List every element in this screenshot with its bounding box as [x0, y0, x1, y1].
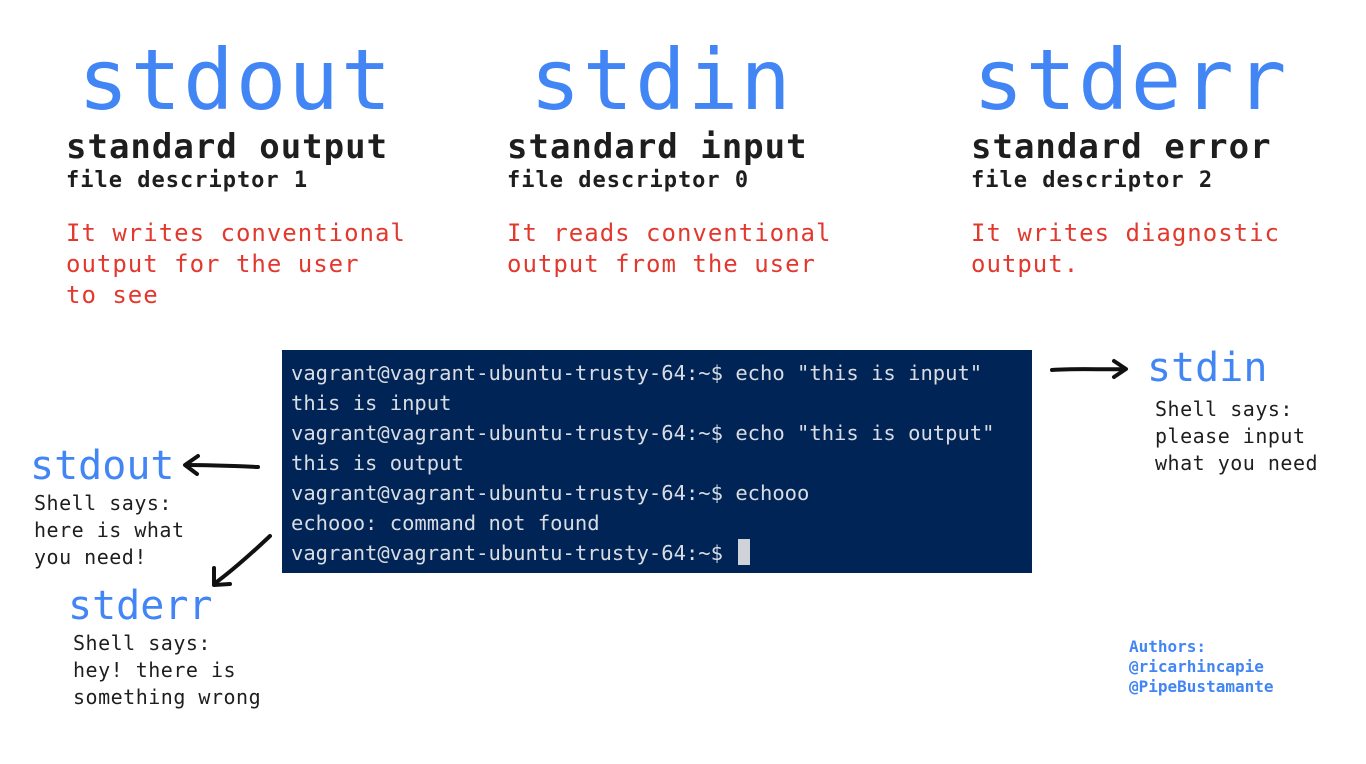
stdout-description: It writes conventional output for the us… — [66, 219, 406, 309]
arrow-left-icon — [183, 454, 260, 476]
stderr-title: standard error — [971, 127, 1272, 167]
stdin-title: standard input — [507, 127, 808, 167]
terminal-prompt-line[interactable]: vagrant@vagrant-ubuntu-trusty-64:~$ — [291, 538, 1032, 568]
stdout-callout-label: stdout — [30, 443, 175, 489]
terminal-prompt: vagrant@vagrant-ubuntu-trusty-64:~$ — [291, 541, 736, 565]
terminal-cursor — [738, 539, 751, 565]
terminal-window[interactable]: vagrant@vagrant-ubuntu-trusty-64:~$ echo… — [282, 350, 1032, 573]
arrow-right-icon — [1050, 359, 1128, 379]
stderr-heading: stderr — [973, 31, 1289, 129]
terminal-line: echooo: command not found — [291, 511, 600, 535]
stdin-fd: file descriptor 0 — [507, 168, 750, 193]
stdin-callout-label: stdin — [1147, 345, 1268, 391]
stdout-heading: stdout — [78, 31, 394, 129]
stderr-description: It writes diagnostic output. — [971, 219, 1280, 278]
terminal-line: vagrant@vagrant-ubuntu-trusty-64:~$ echo… — [291, 361, 983, 385]
authors-credit: Authors: @ricarhincapie @PipeBustamante — [1129, 637, 1274, 696]
stderr-callout-text: Shell says: hey! there is something wron… — [73, 631, 262, 709]
arrow-down-left-icon — [212, 534, 272, 587]
stdout-title: standard output — [66, 127, 389, 167]
terminal-line: vagrant@vagrant-ubuntu-trusty-64:~$ echo… — [291, 481, 810, 505]
stdout-callout-text: Shell says: here is what you need! — [34, 491, 185, 569]
stdin-heading: stdin — [530, 31, 793, 129]
stdin-callout-text: Shell says: please input what you need — [1155, 397, 1319, 475]
terminal-line: this is input — [291, 391, 452, 415]
stderr-fd: file descriptor 2 — [971, 168, 1214, 193]
stderr-callout-label: stderr — [68, 583, 213, 629]
stdout-fd: file descriptor 1 — [66, 168, 309, 193]
terminal-line: this is output — [291, 451, 464, 475]
terminal-line: vagrant@vagrant-ubuntu-trusty-64:~$ echo… — [291, 421, 995, 445]
stdin-description: It reads conventional output from the us… — [507, 219, 832, 278]
